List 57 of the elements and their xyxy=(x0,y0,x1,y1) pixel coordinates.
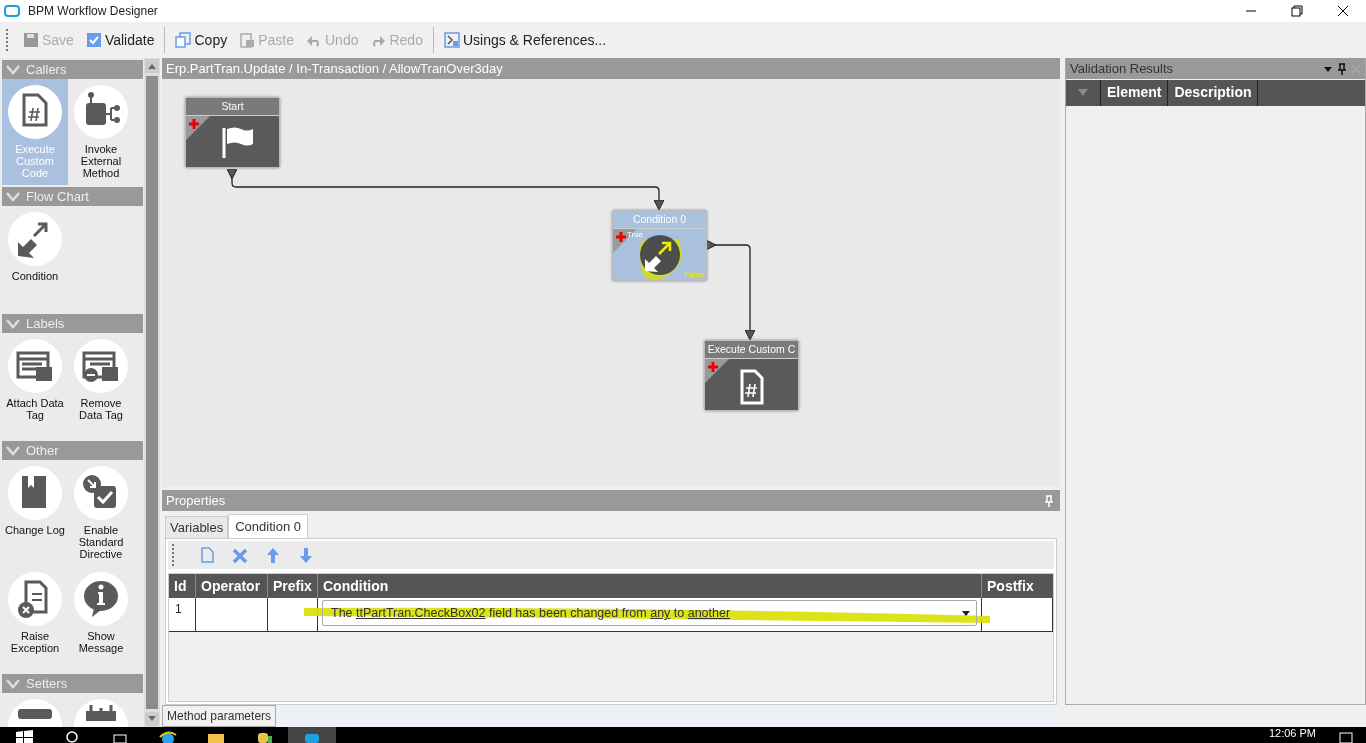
toolbar-button[interactable]: Validate xyxy=(80,30,160,50)
palette-tool[interactable]: Change Log xyxy=(2,460,68,566)
chevron-down-icon xyxy=(6,678,20,689)
toolbar-button[interactable]: Copy xyxy=(170,30,233,50)
palette-tool[interactable]: Attach Data Tag xyxy=(2,333,68,439)
column-header[interactable]: Element xyxy=(1101,80,1169,106)
chevron-down-icon xyxy=(6,191,20,202)
palette-tool[interactable]: Invoke External Method xyxy=(68,79,134,185)
node-title: Condition 0 xyxy=(613,211,706,229)
port-label: False xyxy=(684,270,704,279)
toolbar-button[interactable]: Usings & References... xyxy=(438,30,612,50)
field-link[interactable]: any xyxy=(650,606,671,620)
corner-icon xyxy=(705,359,729,383)
palette-tool[interactable]: Show Message xyxy=(68,566,134,672)
app-icon xyxy=(4,5,20,17)
tab[interactable]: Condition 0 xyxy=(228,514,308,538)
copy-icon xyxy=(175,32,192,48)
chevron-down-icon xyxy=(6,445,20,456)
field-link[interactable]: ttPartTran.CheckBox02 xyxy=(356,606,486,620)
caret-icon xyxy=(962,610,970,616)
arrow-up-icon[interactable] xyxy=(265,546,281,564)
window-title: BPM Workflow Designer xyxy=(28,4,159,18)
chevron-down-icon xyxy=(6,318,20,329)
workflow-node[interactable]: Start xyxy=(185,97,280,168)
plus-icon[interactable] xyxy=(616,232,626,242)
app-window-icon[interactable] xyxy=(288,727,336,743)
tab[interactable]: Method parameters xyxy=(162,705,277,727)
panel-title: Properties xyxy=(166,493,226,508)
plus-icon[interactable] xyxy=(708,362,718,372)
panel-title: Validation Results xyxy=(1070,61,1175,76)
palette-tool[interactable]: Remove Data Tag xyxy=(68,333,134,439)
filter-icon[interactable] xyxy=(1078,89,1088,97)
table-cell: 1 xyxy=(169,598,196,631)
palette-tool[interactable]: Raise Exception xyxy=(2,566,68,672)
workflow-node[interactable]: Execute Custom C xyxy=(704,340,799,411)
node-title: Start xyxy=(186,98,279,116)
breadcrumb: Erp.PartTran.Update / In-Transaction / AllowTranOver3day xyxy=(162,58,1060,79)
column-header[interactable]: Postfix xyxy=(982,574,1053,598)
checkbox-icon xyxy=(85,32,102,48)
delete-icon[interactable] xyxy=(232,546,248,564)
tab[interactable]: Variables xyxy=(165,516,229,538)
scroll-down-icon xyxy=(145,712,159,726)
corner-icon xyxy=(186,116,210,140)
arrow-down-icon[interactable] xyxy=(298,546,314,564)
clock-time[interactable]: 12:06 PM xyxy=(1268,727,1316,739)
new-document-icon[interactable] xyxy=(199,546,215,564)
node-title: Execute Custom C xyxy=(705,341,798,359)
palette-tool[interactable]: Condition xyxy=(2,206,68,312)
scroll-up-icon xyxy=(145,59,159,73)
scrollbar[interactable] xyxy=(144,58,160,727)
chevron-down-icon xyxy=(6,64,20,75)
clipboard-icon xyxy=(239,32,256,48)
plus-icon[interactable] xyxy=(189,119,199,129)
field-link[interactable]: another xyxy=(687,606,731,620)
column-header[interactable]: Description xyxy=(1168,80,1259,106)
palette-tool[interactable]: Enable Standard Directive xyxy=(68,460,134,566)
pin-icon[interactable] xyxy=(1337,62,1347,75)
